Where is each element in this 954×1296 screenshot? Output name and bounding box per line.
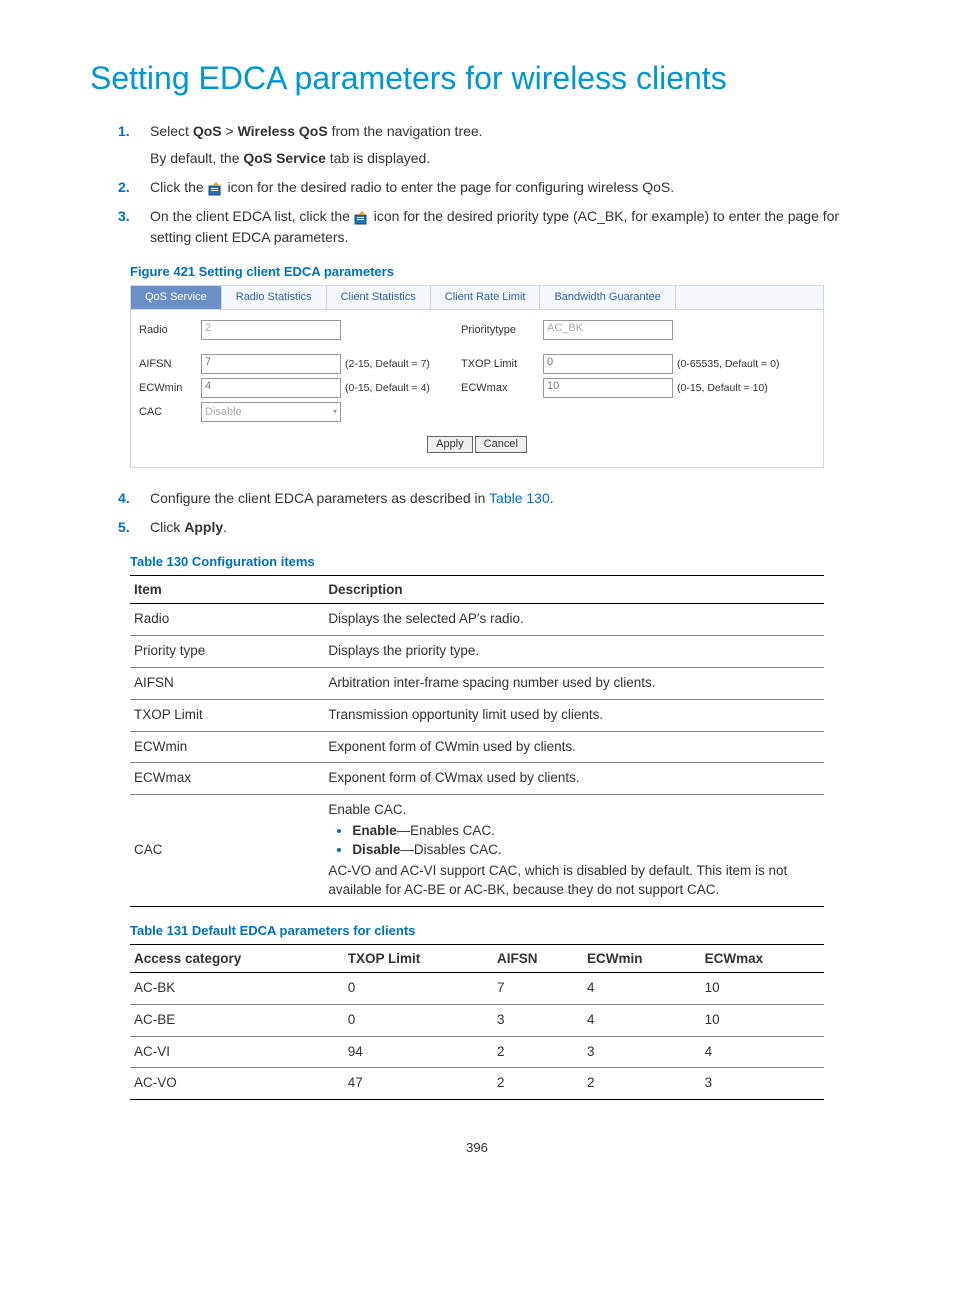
table-130-link[interactable]: Table 130 xyxy=(489,490,550,506)
step-3: On the client EDCA list, click the icon … xyxy=(150,206,864,248)
ecwmax-hint: (0-15, Default = 10) xyxy=(677,383,807,394)
radio-label: Radio xyxy=(137,325,197,336)
ecwmin-hint: (0-15, Default = 4) xyxy=(345,383,455,394)
tab-client-rate-limit[interactable]: Client Rate Limit xyxy=(431,286,541,309)
step-text: Select xyxy=(150,123,193,139)
cac-enable-bullet: Enable—Enables CAC. xyxy=(352,822,820,841)
page-number: 396 xyxy=(90,1140,864,1155)
tab-client-statistics[interactable]: Client Statistics xyxy=(327,286,431,309)
chevron-down-icon: ▾ xyxy=(333,408,337,416)
cac-select[interactable]: Disable ▾ xyxy=(201,402,341,422)
table-row: AIFSNArbitration inter-frame spacing num… xyxy=(130,667,824,699)
tab-name-qos-service: QoS Service xyxy=(243,150,326,166)
config-icon xyxy=(208,181,224,195)
step-text: > xyxy=(222,123,238,139)
menu-qos: QoS xyxy=(193,123,222,139)
table-row: TXOP LimitTransmission opportunity limit… xyxy=(130,699,824,731)
cac-label: CAC xyxy=(137,407,197,418)
table-row: AC-VO47223 xyxy=(130,1068,824,1100)
tab-radio-statistics[interactable]: Radio Statistics xyxy=(222,286,327,309)
table-row: ECWmaxExponent form of CWmax used by cli… xyxy=(130,763,824,795)
table-row: RadioDisplays the selected AP's radio. xyxy=(130,604,824,636)
table-row: AC-BE03410 xyxy=(130,1004,824,1036)
procedure-list: Select QoS > Wireless QoS from the navig… xyxy=(90,121,864,248)
table-row: Priority typeDisplays the priority type. xyxy=(130,635,824,667)
txop-input[interactable]: 0 xyxy=(543,354,673,374)
aifsn-input[interactable]: 7 xyxy=(201,354,341,374)
col-txop-limit: TXOP Limit xyxy=(344,944,493,972)
step-text: By default, the xyxy=(150,150,243,166)
figure-caption: Figure 421 Setting client EDCA parameter… xyxy=(130,264,864,279)
step-text: . xyxy=(223,519,227,535)
form-panel: Radio 2 Prioritytype AC_BK AIFSN 7 (2-15… xyxy=(130,310,824,468)
step-text: tab is displayed. xyxy=(326,150,430,166)
step-text: Click the xyxy=(150,179,208,195)
ecwmax-label: ECWmax xyxy=(459,383,539,394)
step-text: . xyxy=(550,490,554,506)
table-131-caption: Table 131 Default EDCA parameters for cl… xyxy=(130,923,864,938)
step-text: from the navigation tree. xyxy=(328,123,483,139)
step-2: Click the icon for the desired radio to … xyxy=(150,177,864,198)
table-131: Access category TXOP Limit AIFSN ECWmin … xyxy=(130,944,824,1101)
ecwmin-input[interactable]: 4 xyxy=(201,378,341,398)
table-130-caption: Table 130 Configuration items xyxy=(130,554,864,569)
aifsn-hint: (2-15, Default = 7) xyxy=(345,359,455,370)
step-text: Click xyxy=(150,519,184,535)
step-4: Configure the client EDCA parameters as … xyxy=(150,488,864,509)
ecwmin-label: ECWmin xyxy=(137,383,197,394)
step-text: Configure the client EDCA parameters as … xyxy=(150,490,489,506)
config-icon xyxy=(354,210,370,224)
col-ecwmin: ECWmin xyxy=(583,944,701,972)
col-description: Description xyxy=(324,576,824,604)
cac-select-value: Disable xyxy=(205,407,242,418)
page-title: Setting EDCA parameters for wireless cli… xyxy=(90,60,864,97)
step-1-sub: By default, the QoS Service tab is displ… xyxy=(150,148,864,169)
step-5: Click Apply. xyxy=(150,517,864,538)
prioritytype-label: Prioritytype xyxy=(459,325,539,336)
cancel-button[interactable]: Cancel xyxy=(475,436,527,453)
tab-bandwidth-guarantee[interactable]: Bandwidth Guarantee xyxy=(540,286,675,309)
apply-text: Apply xyxy=(184,519,223,535)
step-text: icon for the desired radio to enter the … xyxy=(224,179,675,195)
col-item: Item xyxy=(130,576,324,604)
ecwmax-input[interactable]: 10 xyxy=(543,378,673,398)
radio-field: 2 xyxy=(201,320,341,340)
tab-qos-service[interactable]: QoS Service xyxy=(131,286,222,309)
figure-screenshot: QoS Service Radio Statistics Client Stat… xyxy=(130,285,824,468)
step-text: On the client EDCA list, click the xyxy=(150,208,354,224)
table-row: AC-VI94234 xyxy=(130,1036,824,1068)
table-130: Item Description RadioDisplays the selec… xyxy=(130,575,824,907)
cac-intro: Enable CAC. xyxy=(328,801,820,820)
cac-disable-bullet: Disable—Disables CAC. xyxy=(352,841,820,860)
apply-button[interactable]: Apply xyxy=(427,436,473,453)
col-access-category: Access category xyxy=(130,944,344,972)
table-row: AC-BK07410 xyxy=(130,972,824,1004)
col-aifsn: AIFSN xyxy=(493,944,583,972)
table-row-cac: CAC Enable CAC. Enable—Enables CAC. Disa… xyxy=(130,795,824,906)
txop-hint: (0-65535, Default = 0) xyxy=(677,359,807,370)
txop-label: TXOP Limit xyxy=(459,359,539,370)
menu-wireless-qos: Wireless QoS xyxy=(238,123,328,139)
aifsn-label: AIFSN xyxy=(137,359,197,370)
table-row: ECWminExponent form of CWmin used by cli… xyxy=(130,731,824,763)
cac-note: AC-VO and AC-VI support CAC, which is di… xyxy=(328,862,820,900)
prioritytype-field: AC_BK xyxy=(543,320,673,340)
col-ecwmax: ECWmax xyxy=(701,944,824,972)
tab-bar: QoS Service Radio Statistics Client Stat… xyxy=(130,285,824,310)
step-1: Select QoS > Wireless QoS from the navig… xyxy=(150,121,864,169)
procedure-list-cont: Configure the client EDCA parameters as … xyxy=(90,488,864,538)
